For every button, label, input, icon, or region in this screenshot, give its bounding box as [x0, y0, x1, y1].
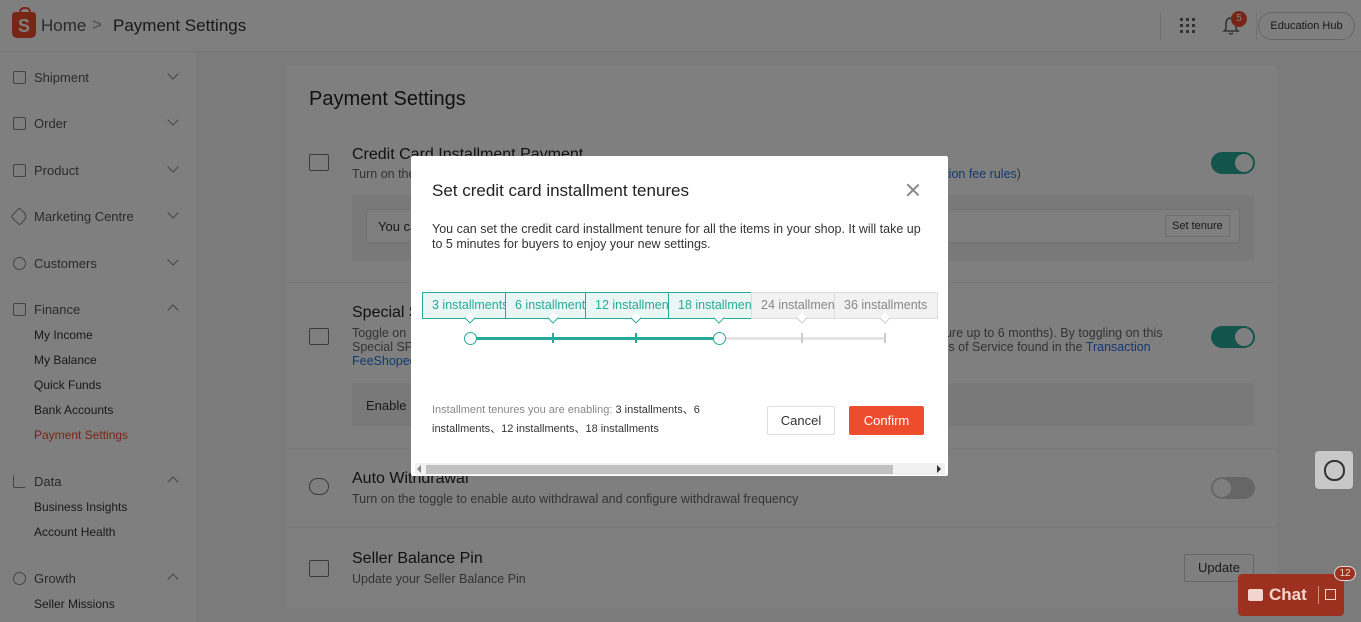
modal-title: Set credit card installment tenures [432, 181, 690, 200]
slider-tick [552, 333, 554, 343]
slider-start-handle[interactable] [464, 332, 477, 345]
cancel-button[interactable]: Cancel [767, 406, 835, 435]
slider-tick [884, 333, 886, 343]
tenure-tab-6[interactable]: 6 installments [505, 292, 586, 319]
tenure-tab-3[interactable]: 3 installments [422, 292, 506, 319]
enabling-summary: Installment tenures you are enabling: 3 … [432, 401, 732, 439]
chat-unread-badge: 12 [1334, 566, 1356, 581]
chat-separator [1318, 586, 1319, 604]
tenure-tab-12[interactable]: 12 installments [585, 292, 669, 319]
tenure-modal: Set credit card installment tenures You … [411, 156, 948, 476]
tenure-slider-fill [470, 337, 719, 340]
horizontal-scrollbar[interactable] [415, 463, 945, 475]
help-headset-icon[interactable] [1315, 451, 1353, 489]
slider-tick [801, 333, 803, 343]
tenure-tab-18[interactable]: 18 installments [668, 292, 752, 319]
confirm-button[interactable]: Confirm [849, 406, 924, 435]
modal-description: You can set the credit card installment … [432, 222, 921, 251]
close-icon[interactable] [905, 182, 921, 198]
minimize-icon[interactable] [1325, 589, 1336, 600]
chat-bubble-icon [1248, 589, 1263, 601]
enabling-label: Installment tenures you are enabling: [432, 404, 616, 416]
slider-end-handle[interactable] [713, 332, 726, 345]
tenure-tab-24[interactable]: 24 installments [751, 292, 835, 319]
chat-label: Chat [1269, 585, 1307, 604]
slider-tick [635, 333, 637, 343]
chat-button[interactable]: Chat [1238, 574, 1344, 616]
scroll-left-arrow-icon[interactable] [417, 465, 421, 473]
scrollbar-thumb[interactable] [426, 465, 893, 474]
scroll-right-arrow-icon[interactable] [937, 465, 941, 473]
tenure-tabs: 3 installments 6 installments 12 install… [422, 292, 942, 319]
